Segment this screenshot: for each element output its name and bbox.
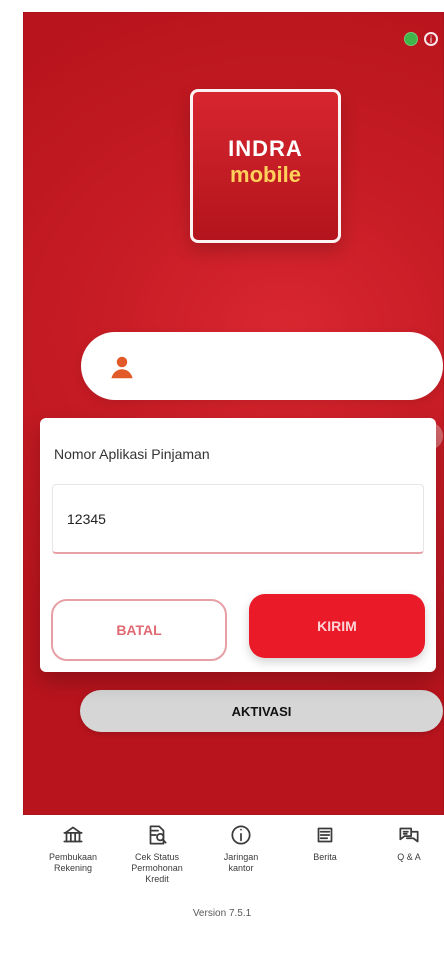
- news-icon: [317, 827, 333, 843]
- nav-label-office-network: Jaringan kantor: [223, 852, 259, 873]
- faq-icon: [399, 827, 419, 843]
- nav-label-credit-status: Cek Status Permohonan Kredit: [131, 852, 183, 884]
- info-icon: [231, 825, 251, 845]
- loan-application-dialog: Nomor Aplikasi Pinjaman 12345 BATAL KIRI…: [40, 418, 436, 672]
- bank-account-icon: [63, 826, 83, 843]
- app-screen: i INDRA mobile AKTIVASI: [23, 12, 444, 815]
- info-icon[interactable]: i: [424, 32, 438, 46]
- submit-button[interactable]: KIRIM: [249, 594, 425, 658]
- cancel-button[interactable]: BATAL: [51, 599, 227, 661]
- loan-number-input[interactable]: 12345: [52, 484, 424, 554]
- dialog-title: Nomor Aplikasi Pinjaman: [54, 446, 210, 462]
- user-icon: [111, 356, 133, 379]
- nav-label-faq: Q & A: [397, 852, 421, 862]
- logo-text: INDRA mobile: [193, 137, 338, 187]
- logo-line-2: mobile: [230, 162, 301, 187]
- logo-line-1: INDRA: [228, 136, 303, 161]
- bottom-navigation: Pembukaan Rekening Cek Status Permohonan…: [33, 822, 444, 906]
- status-online-icon: [404, 32, 418, 46]
- username-field[interactable]: [81, 332, 443, 400]
- activate-button[interactable]: AKTIVASI: [80, 690, 443, 732]
- nav-item-news[interactable]: Berita: [285, 822, 365, 863]
- app-version: Version 7.5.1: [192, 908, 252, 919]
- app-logo: INDRA mobile: [190, 89, 341, 243]
- top-status-icons: i: [404, 32, 438, 46]
- nav-item-account-opening[interactable]: Pembukaan Rekening: [33, 822, 113, 874]
- nav-item-faq[interactable]: Q & A: [369, 822, 444, 863]
- nav-item-credit-status[interactable]: Cek Status Permohonan Kredit: [117, 822, 197, 885]
- nav-item-office-network[interactable]: Jaringan kantor: [201, 822, 281, 874]
- search-status-icon: [149, 825, 167, 845]
- nav-label-news: Berita: [313, 852, 337, 862]
- nav-label-account-opening: Pembukaan Rekening: [48, 852, 98, 873]
- loan-number-value: 12345: [67, 510, 106, 527]
